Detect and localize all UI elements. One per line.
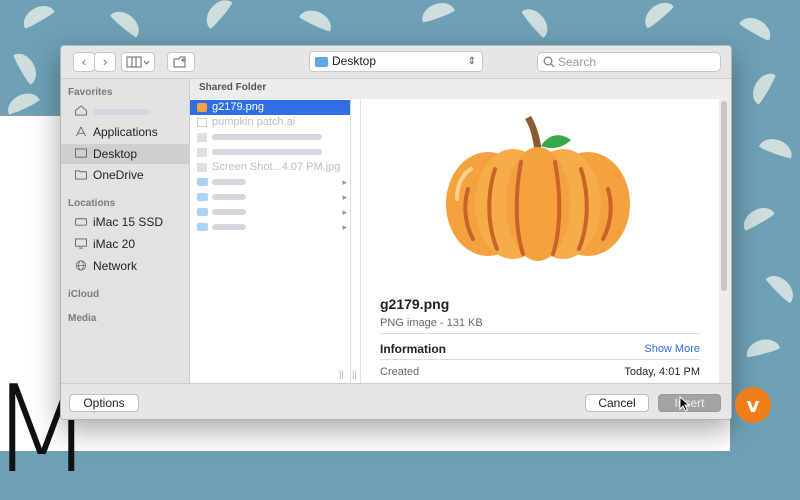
blurred-filename	[212, 134, 322, 141]
location-label: Desktop	[332, 54, 377, 68]
show-more-link[interactable]: Show More	[644, 343, 700, 355]
locations-heading: Locations	[68, 198, 116, 209]
image-file-icon	[197, 103, 207, 112]
file-row-g2179[interactable]: g2179.png	[190, 100, 350, 115]
sidebar-item-label: Network	[93, 259, 138, 273]
sidebar-item-imac-20[interactable]: iMac 20	[61, 234, 189, 254]
display-icon	[75, 238, 87, 249]
search-icon	[543, 56, 555, 68]
file-name: pumpkin patch.ai	[212, 116, 296, 128]
cancel-button[interactable]: Cancel	[585, 394, 649, 412]
chevron-right-icon: ▸	[342, 207, 347, 217]
chevron-updown-icon: ⇕	[467, 56, 476, 67]
column-divider[interactable]: ||	[351, 99, 361, 383]
favorites-heading: Favorites	[68, 87, 113, 98]
vimeo-logo-icon: v	[735, 387, 771, 423]
blurred-foldername	[212, 179, 246, 186]
blurred-filename	[212, 149, 322, 156]
applications-icon	[76, 126, 86, 137]
column-view-icon	[126, 56, 150, 68]
sidebar-item-imac-15-ssd[interactable]: iMac 15 SSD	[61, 212, 189, 232]
file-row-blurred[interactable]	[190, 130, 350, 145]
divider	[380, 359, 700, 360]
sidebar-item-applications[interactable]: Applications	[61, 122, 189, 142]
hard-drive-icon	[75, 218, 87, 226]
desktop-icon	[75, 148, 87, 158]
file-list-column: g2179.png pumpkin patch.ai Screen Shot..…	[190, 99, 351, 383]
chevron-left-icon: ‹	[81, 54, 87, 69]
chevron-right-icon: ▸	[342, 192, 347, 202]
sidebar-item-label: Applications	[93, 125, 158, 139]
folder-row-blurred[interactable]: ▸	[190, 190, 350, 205]
view-mode-button[interactable]	[121, 52, 155, 72]
back-button[interactable]: ‹	[73, 52, 95, 72]
blurred-foldername	[212, 209, 246, 216]
folder-icon	[197, 223, 208, 231]
preview-filename: g2179.png	[380, 296, 450, 312]
network-icon	[75, 260, 87, 271]
sidebar-item-label: iMac 20	[93, 237, 136, 251]
folder-icon	[75, 170, 87, 180]
file-name: Screen Shot...4.07 PM.jpg	[212, 161, 341, 173]
file-row-screenshot[interactable]: Screen Shot...4.07 PM.jpg	[190, 160, 350, 175]
preview-file-kind: PNG image - 131 KB	[380, 317, 483, 329]
sidebar-item-onedrive[interactable]: OneDrive	[61, 165, 189, 185]
created-label: Created	[380, 366, 420, 378]
folder-row-blurred[interactable]: ▸	[190, 220, 350, 235]
sidebar-item-label: Desktop	[93, 147, 138, 161]
folder-row-blurred[interactable]: ▸	[190, 205, 350, 220]
folder-icon	[197, 178, 208, 186]
preview-scrollbar[interactable]	[721, 101, 727, 291]
icloud-heading: iCloud	[68, 289, 100, 300]
document-file-icon	[197, 148, 207, 157]
pumpkin-preview-image	[446, 116, 630, 261]
folder-icon	[315, 57, 328, 67]
sidebar-item-network[interactable]: Network	[61, 256, 189, 276]
options-button[interactable]: Options	[69, 394, 139, 412]
folder-icon	[197, 208, 208, 216]
folder-icon	[197, 193, 208, 201]
document-file-icon	[197, 133, 207, 142]
new-folder-icon	[173, 56, 186, 68]
sidebar-item-label: OneDrive	[93, 168, 144, 182]
information-heading: Information	[380, 342, 446, 356]
column-resize-handle: ||	[352, 369, 357, 379]
sidebar-item-desktop[interactable]: Desktop	[61, 144, 189, 164]
sidebar: Favorites Applications Desktop OneDrive	[61, 79, 190, 383]
search-input[interactable]: Search	[537, 52, 721, 72]
blurred-foldername	[212, 194, 246, 201]
mouse-cursor-icon	[679, 396, 691, 412]
document-file-icon	[197, 118, 207, 127]
media-heading: Media	[68, 313, 97, 324]
chevron-right-icon: ▸	[342, 177, 347, 187]
blurred-username	[93, 108, 149, 115]
created-value: Today, 4:01 PM	[624, 366, 700, 378]
sidebar-item-home[interactable]	[61, 101, 189, 121]
new-folder-button[interactable]	[167, 52, 195, 72]
folder-row-blurred[interactable]: ▸	[190, 175, 350, 190]
dialog-footer: Options Cancel Insert	[61, 383, 731, 419]
preview-pane: g2179.png PNG image - 131 KB Information…	[361, 99, 719, 383]
chevron-right-icon: ▸	[342, 222, 347, 232]
file-name: g2179.png	[212, 101, 264, 113]
insert-file-dialog: ‹ › Desktop ⇕ Search Favorites Applicati…	[60, 45, 732, 420]
divider	[380, 333, 700, 334]
home-icon	[75, 105, 87, 116]
chevron-right-icon: ›	[102, 54, 108, 69]
file-row-pumpkin-patch[interactable]: pumpkin patch.ai	[190, 115, 350, 130]
blurred-foldername	[212, 224, 246, 231]
column-resize-handle[interactable]: ||	[339, 369, 344, 379]
sidebar-item-label: iMac 15 SSD	[93, 215, 164, 229]
file-row-blurred[interactable]	[190, 145, 350, 160]
location-dropdown[interactable]: Desktop ⇕	[309, 51, 483, 72]
dialog-toolbar: ‹ › Desktop ⇕ Search	[61, 46, 731, 79]
search-placeholder: Search	[558, 55, 597, 69]
document-file-icon	[197, 163, 207, 172]
forward-button[interactable]: ›	[94, 52, 116, 72]
column-heading: Shared Folder	[199, 82, 267, 93]
